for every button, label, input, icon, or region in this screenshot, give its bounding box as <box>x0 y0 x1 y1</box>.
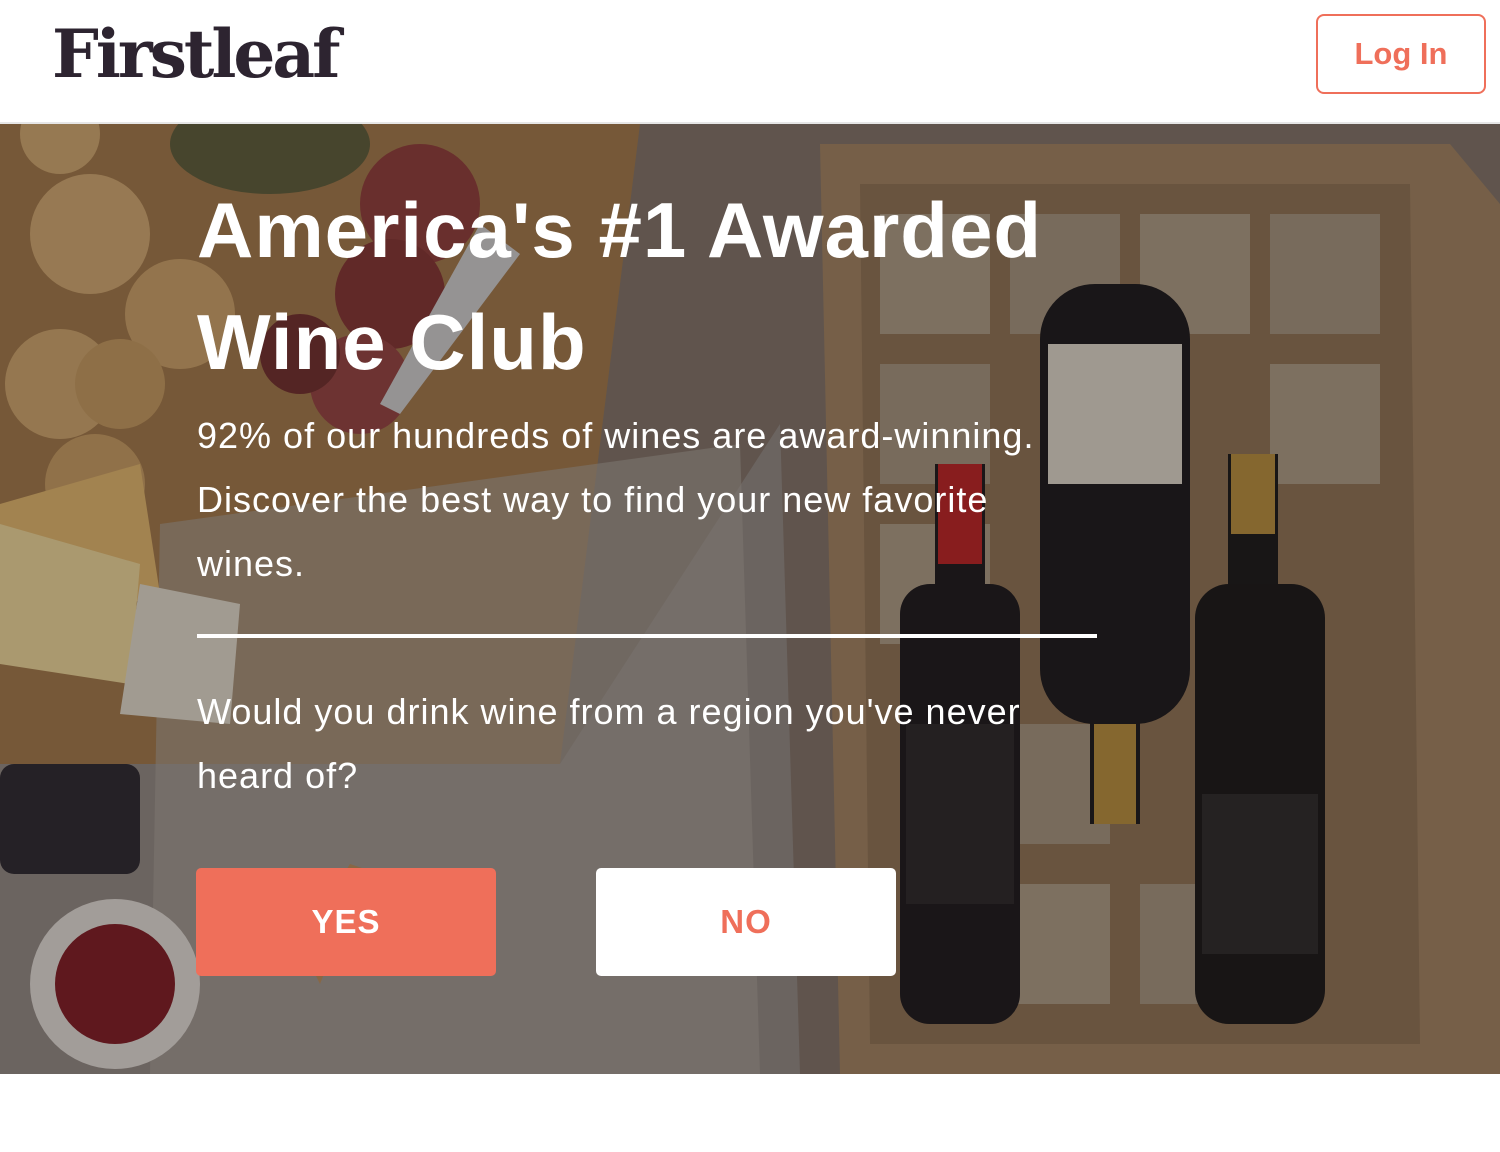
site-header: Firstleaf Log In <box>0 0 1500 124</box>
quiz-question: Would you drink wine from a region you'v… <box>197 691 1021 796</box>
yes-button[interactable]: YES <box>196 868 496 976</box>
hero-headline: America's #1 Awarded Wine Club <box>197 186 1042 386</box>
hero-divider <box>197 634 1097 638</box>
no-button[interactable]: NO <box>596 868 896 976</box>
hero-subtext: 92% of our hundreds of wines are award-w… <box>197 415 1035 584</box>
hero-section: America's #1 Awarded Wine Club 92% of ou… <box>0 124 1500 1074</box>
login-button[interactable]: Log In <box>1316 14 1486 94</box>
firstleaf-logo[interactable]: Firstleaf <box>52 14 341 94</box>
